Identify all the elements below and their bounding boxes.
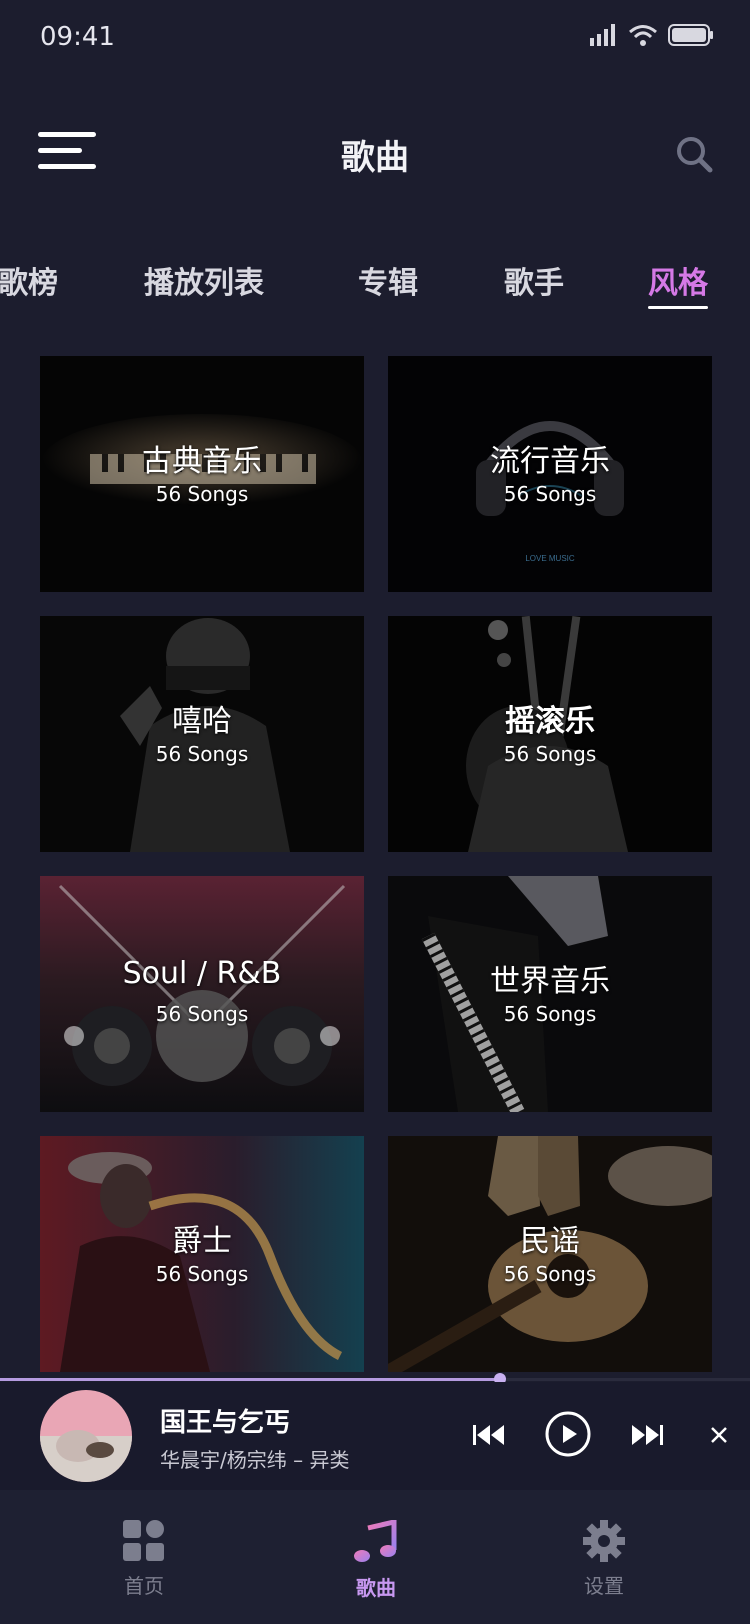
nav-home[interactable]: 首页 <box>84 1520 204 1599</box>
nav-home-label: 首页 <box>124 1574 164 1598</box>
genre-title: Soul / R&B <box>122 956 282 991</box>
genre-song-count: 56 Songs <box>503 1262 597 1286</box>
music-note-icon <box>354 1518 397 1562</box>
genre-title: 古典音乐 <box>142 444 262 479</box>
genre-card-classical[interactable]: 古典音乐 56 Songs <box>40 356 364 592</box>
genre-title: 流行音乐 <box>490 444 610 479</box>
tab-charts[interactable]: 歌榜 <box>0 258 58 302</box>
close-icon[interactable] <box>710 1426 728 1444</box>
nav-songs[interactable]: 歌曲 <box>316 1518 436 1601</box>
tab-playlists[interactable]: 播放列表 <box>144 258 264 302</box>
genre-title: 嘻哈 <box>172 704 232 739</box>
genre-card-hiphop[interactable]: 嘻哈 56 Songs <box>40 616 364 852</box>
nav-settings[interactable]: 设置 <box>544 1520 664 1599</box>
search-icon[interactable] <box>674 134 714 174</box>
playback-progress-fill <box>0 1378 501 1381</box>
tab-albums[interactable]: 专辑 <box>358 258 418 302</box>
genre-title: 爵士 <box>172 1224 232 1259</box>
genre-song-count: 56 Songs <box>155 1262 249 1286</box>
genre-title: 摇滚乐 <box>505 704 595 739</box>
grid-icon <box>123 1520 164 1561</box>
genre-tabs: 歌榜 播放列表 专辑 歌手 风格 <box>0 258 750 318</box>
status-bar: 09:41 <box>0 0 750 80</box>
next-track-icon[interactable] <box>630 1420 664 1450</box>
genre-card-jazz[interactable]: 爵士 56 Songs <box>40 1136 364 1372</box>
wifi-icon <box>629 25 657 46</box>
previous-track-icon[interactable] <box>472 1420 506 1450</box>
mini-player: 国王与乞丐 华晨宇/杨宗纬 – 异类 <box>0 1382 750 1490</box>
album-cover[interactable] <box>40 1390 132 1482</box>
header: 歌曲 <box>0 110 750 200</box>
genre-card-soul-rnb[interactable]: Soul / R&B 56 Songs <box>40 876 364 1112</box>
genre-card-pop[interactable]: LOVE MUSIC 流行音乐 56 Songs <box>388 356 712 592</box>
genre-song-count: 56 Songs <box>155 482 249 506</box>
tab-artists[interactable]: 歌手 <box>504 258 564 302</box>
status-time: 09:41 <box>40 22 115 52</box>
status-icons <box>590 24 714 46</box>
genre-song-count: 56 Songs <box>503 482 597 506</box>
now-playing-artist: 华晨宇/杨宗纬 – 异类 <box>160 1448 350 1472</box>
genre-song-count: 56 Songs <box>503 742 597 766</box>
play-icon[interactable] <box>544 1410 592 1458</box>
genre-song-count: 56 Songs <box>155 1002 249 1026</box>
genre-title: 民谣 <box>520 1224 580 1259</box>
svg-text:LOVE MUSIC: LOVE MUSIC <box>525 554 575 563</box>
tab-genres[interactable]: 风格 <box>648 258 708 302</box>
playback-progress-bar[interactable] <box>0 1373 750 1385</box>
album-cover-image <box>40 1390 132 1482</box>
active-tab-underline <box>648 306 708 309</box>
signal-icon <box>590 24 615 46</box>
genre-title: 世界音乐 <box>490 964 610 999</box>
nav-songs-label: 歌曲 <box>356 1576 396 1600</box>
page-title: 歌曲 <box>341 138 409 178</box>
genre-song-count: 56 Songs <box>503 1002 597 1026</box>
genre-card-rock[interactable]: 摇滚乐 56 Songs <box>388 616 712 852</box>
battery-icon <box>668 24 713 46</box>
nav-settings-label: 设置 <box>584 1574 624 1598</box>
gear-icon <box>583 1520 625 1562</box>
now-playing-title: 国王与乞丐 <box>160 1408 291 1438</box>
genre-card-world[interactable]: 世界音乐 56 Songs <box>388 876 712 1112</box>
genre-song-count: 56 Songs <box>155 742 249 766</box>
speakers-stage-image <box>40 876 364 1112</box>
bottom-nav: 首页 歌曲 设置 <box>0 1490 750 1624</box>
genre-card-folk[interactable]: 民谣 56 Songs <box>388 1136 712 1372</box>
